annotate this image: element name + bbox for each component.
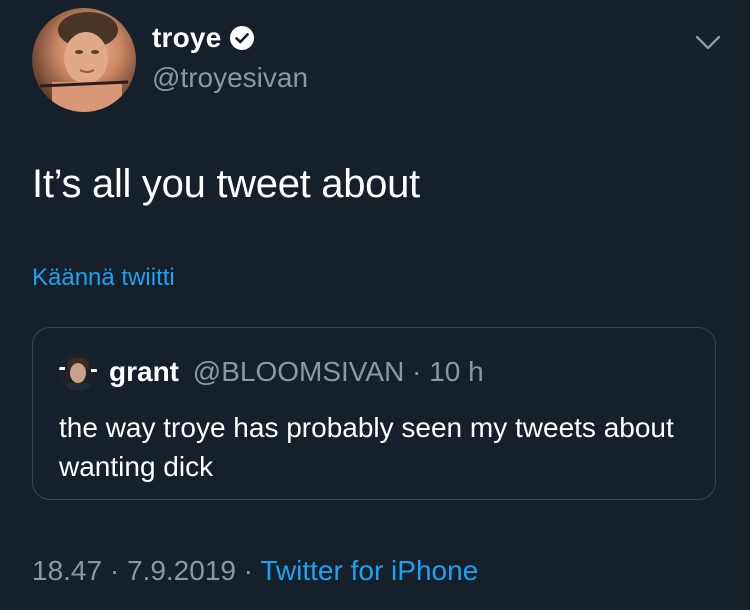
translate-tweet-link[interactable]: Käännä twiitti	[32, 264, 175, 292]
author-name-text: troye	[152, 22, 222, 53]
quoted-separator: ·	[412, 356, 422, 387]
quoted-author-name: grant	[109, 356, 179, 387]
meta-separator: ·	[109, 555, 120, 586]
tweet-meta: 18.47 · 7.9.2019 · Twitter for iPhone	[32, 555, 478, 587]
tweet-date: 7.9.2019	[126, 555, 236, 586]
verified-badge-icon	[229, 25, 255, 51]
quoted-tweet[interactable]: grant @BLOOMSIVAN · 10 h the way troye h…	[32, 327, 716, 500]
author-avatar-image	[39, 12, 129, 112]
tweet-text: It’s all you tweet about	[32, 162, 420, 206]
tweet-source-link[interactable]: Twitter for iPhone	[260, 555, 478, 586]
tweet-time: 18.47	[32, 555, 103, 586]
quoted-tweet-text: the way troye has probably seen my tweet…	[59, 412, 674, 482]
meta-separator-2: ·	[243, 555, 254, 586]
quoted-author-handle: @BLOOMSIVAN	[192, 356, 405, 387]
chevron-down-icon[interactable]	[694, 30, 722, 54]
author-name[interactable]: troye	[152, 22, 255, 54]
author-handle[interactable]: @troyesivan	[152, 62, 308, 94]
quoted-tweet-header: grant @BLOOMSIVAN · 10 h	[109, 356, 484, 388]
quoted-tweet-time: 10 h	[429, 356, 484, 387]
author-avatar[interactable]	[32, 8, 136, 112]
quoted-author-avatar	[59, 353, 97, 391]
